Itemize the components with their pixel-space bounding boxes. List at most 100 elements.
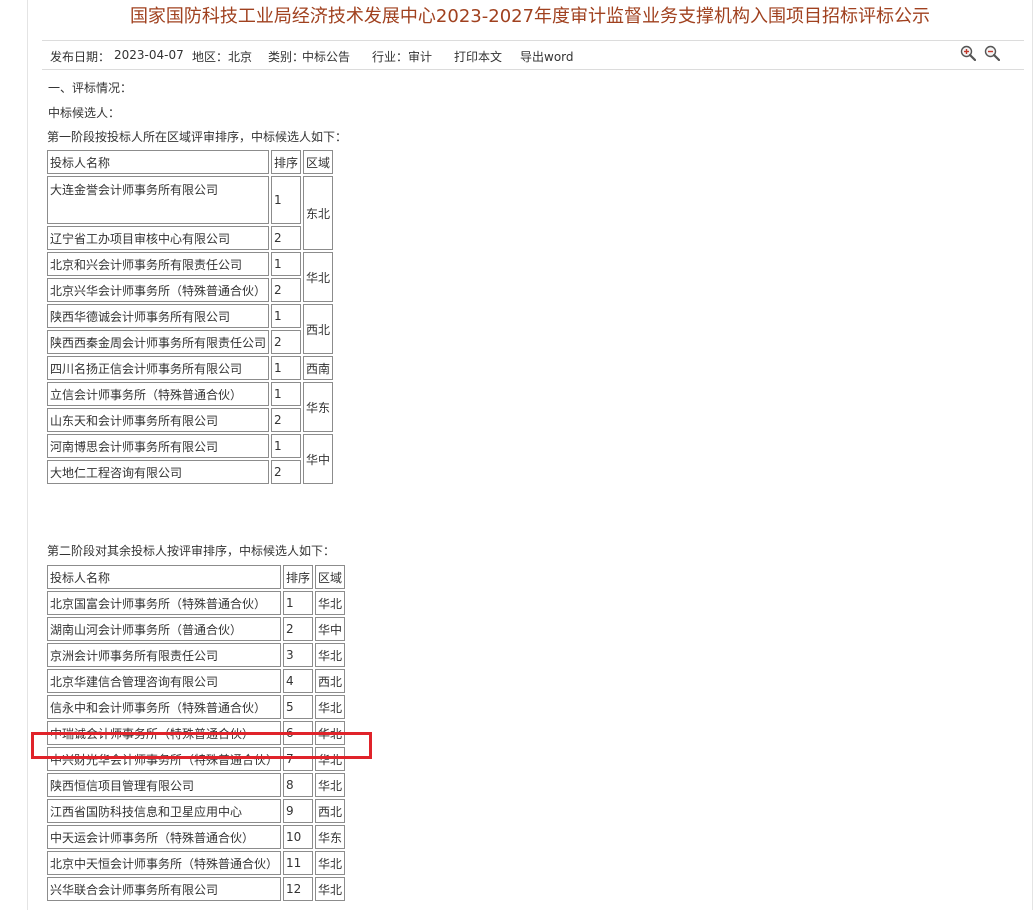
bidder-rank: 9: [283, 799, 314, 823]
table-header-row: 投标人名称 排序 区域: [47, 150, 334, 174]
bidder-region: 西北: [315, 669, 346, 693]
table-row: 湖南山河会计师事务所（普通合伙） 2 华中: [47, 617, 346, 641]
table-row: 北京华建信合管理咨询有限公司 4 西北: [47, 669, 346, 693]
bidder-name: 中兴财光华会计师事务所（特殊普通合伙）: [47, 747, 282, 771]
bidder-name: 信永中和会计师事务所（特殊普通合伙）: [47, 695, 282, 719]
bidder-rank: 2: [271, 330, 302, 354]
table-row: 陕西华德诚会计师事务所有限公司 1 西北: [47, 304, 334, 354]
bidder-rank: 10: [283, 825, 314, 849]
bidder-region: 华北: [315, 643, 346, 667]
category-label: 类别：: [268, 50, 305, 64]
bidder-name: 北京和兴会计师事务所有限责任公司: [47, 252, 270, 276]
table-row: 中天运会计师事务所（特殊普通合伙） 10 华东: [47, 825, 346, 849]
bidder-region: 华中: [315, 617, 346, 641]
bidder-name: 陕西西秦金周会计师事务所有限责任公司: [47, 330, 270, 354]
bidder-name: 江西省国防科技信息和卫星应用中心: [47, 799, 282, 823]
bidder-name: 辽宁省工办项目审核中心有限公司: [47, 226, 270, 250]
bidder-rank: 2: [271, 460, 302, 484]
table-row: 兴华联合会计师事务所有限公司 12 华北: [47, 877, 346, 901]
bidder-name: 北京华建信合管理咨询有限公司: [47, 669, 282, 693]
table-row: 信永中和会计师事务所（特殊普通合伙） 5 华北: [47, 695, 346, 719]
bidder-region: 西南: [303, 356, 334, 380]
bidder-region: 华东: [303, 382, 334, 432]
bidder-region: 西北: [303, 304, 334, 354]
table-row: 京洲会计师事务所有限责任公司 3 华北: [47, 643, 346, 667]
bidder-name: 立信会计师事务所（特殊普通合伙）: [47, 382, 270, 406]
bidder-region: 华北: [315, 695, 346, 719]
table-row: 山东天和会计师事务所有限公司 2: [47, 408, 333, 432]
bidder-name: 陕西华德诚会计师事务所有限公司: [47, 304, 270, 328]
bidder-rank: 1: [271, 382, 302, 406]
bidder-region: 华北: [315, 877, 346, 901]
industry-value: 审计: [408, 50, 433, 64]
stage1-table: 投标人名称 排序 区域 大连金誉会计师事务所有限公司 1 东北 辽宁省工办项目审…: [45, 148, 335, 486]
bidder-region: 华东: [315, 825, 346, 849]
region-label: 地区：: [192, 50, 229, 64]
bidder-rank: 1: [271, 356, 302, 380]
bidder-region: 西北: [315, 799, 346, 823]
print-link[interactable]: 打印本文: [454, 48, 502, 65]
bidder-name: 北京兴华会计师事务所（特殊普通合伙）: [47, 278, 270, 302]
bidder-region: 华北: [315, 773, 346, 797]
stage2-table: 投标人名称 排序 区域 北京国富会计师事务所（特殊普通合伙） 1 华北 湖南山河…: [45, 563, 347, 903]
bidder-region: 华北: [303, 252, 334, 302]
table-row: 北京和兴会计师事务所有限责任公司 1 华北: [47, 252, 334, 302]
bidder-rank: 11: [283, 851, 314, 875]
meta-bar: 发布日期： 2023-04-07 地区： 北京 类别： 中标公告 行业： 审计 …: [42, 40, 1024, 70]
bidder-name: 陕西恒信项目管理有限公司: [47, 773, 282, 797]
publish-date: 2023-04-07: [114, 48, 184, 62]
table-row: 北京国富会计师事务所（特殊普通合伙） 1 华北: [47, 591, 346, 615]
stage1-intro: 第一阶段按投标人所在区域评审排序，中标候选人如下：: [47, 130, 348, 144]
table-header-row: 投标人名称 排序 区域: [47, 565, 346, 589]
bidder-region: 华北: [315, 851, 346, 875]
bidder-name: 北京国富会计师事务所（特殊普通合伙）: [47, 591, 282, 615]
bidder-region: 华北: [315, 747, 346, 771]
export-word-link[interactable]: 导出word: [520, 48, 574, 65]
bidder-name: 湖南山河会计师事务所（普通合伙）: [47, 617, 282, 641]
header-name: 投标人名称: [47, 565, 282, 589]
bidder-name: 四川名扬正信会计师事务所有限公司: [47, 356, 270, 380]
bidder-rank: 1: [271, 252, 302, 276]
page-title: 国家国防科技工业局经济技术发展中心2023-2027年度审计监督业务支撑机构入围…: [129, 6, 931, 27]
bidder-region: 东北: [303, 176, 334, 250]
bidder-rank: 6: [283, 721, 314, 745]
bidder-rank: 1: [283, 591, 314, 615]
zoom-in-icon[interactable]: [960, 45, 977, 62]
bidder-rank: 5: [283, 695, 314, 719]
bidder-rank: 2: [271, 408, 302, 432]
publish-date-label: 发布日期：: [50, 50, 111, 64]
table-row: 北京兴华会计师事务所（特殊普通合伙） 2: [47, 278, 333, 302]
table-row: 河南博思会计师事务所有限公司 1 华中: [47, 434, 334, 484]
header-rank: 排序: [271, 150, 302, 174]
industry-label: 行业：: [372, 50, 409, 64]
bidder-rank: 12: [283, 877, 314, 901]
zoom-out-icon[interactable]: [984, 45, 1001, 62]
bidder-name: 大连金誉会计师事务所有限公司: [47, 176, 270, 224]
bidder-rank: 8: [283, 773, 314, 797]
bidder-region: 华北: [315, 591, 346, 615]
bidder-region: 华中: [303, 434, 334, 484]
bidder-name: 中瑞诚会计师事务所（特殊普通合伙）: [47, 721, 282, 745]
header-region: 区域: [315, 565, 346, 589]
bidder-name: 兴华联合会计师事务所有限公司: [47, 877, 282, 901]
header-region: 区域: [303, 150, 334, 174]
table-row: 大连金誉会计师事务所有限公司 1 东北: [47, 176, 334, 250]
bidder-name: 京洲会计师事务所有限责任公司: [47, 643, 282, 667]
bidder-name: 河南博思会计师事务所有限公司: [47, 434, 270, 458]
bidder-name: 中天运会计师事务所（特殊普通合伙）: [47, 825, 282, 849]
table-row: 中瑞诚会计师事务所（特殊普通合伙） 6 华北: [47, 721, 346, 745]
candidates-label: 中标候选人：: [48, 106, 121, 120]
table-row: 陕西西秦金周会计师事务所有限责任公司 2: [47, 330, 333, 354]
header-rank: 排序: [283, 565, 314, 589]
table-row: 立信会计师事务所（特殊普通合伙） 1 华东: [47, 382, 334, 432]
table-row: 江西省国防科技信息和卫星应用中心 9 西北: [47, 799, 346, 823]
header-name: 投标人名称: [47, 150, 270, 174]
bidder-region: 华北: [315, 721, 346, 745]
table-row: 北京中天恒会计师事务所（特殊普通合伙） 11 华北: [47, 851, 346, 875]
bidder-rank: 2: [271, 226, 302, 250]
region-value: 北京: [228, 50, 253, 64]
category-value: 中标公告: [302, 50, 351, 64]
table-row: 中兴财光华会计师事务所（特殊普通合伙） 7 华北: [47, 747, 346, 771]
bidder-rank: 2: [271, 278, 302, 302]
table-row: 大地仁工程咨询有限公司 2: [47, 460, 333, 484]
